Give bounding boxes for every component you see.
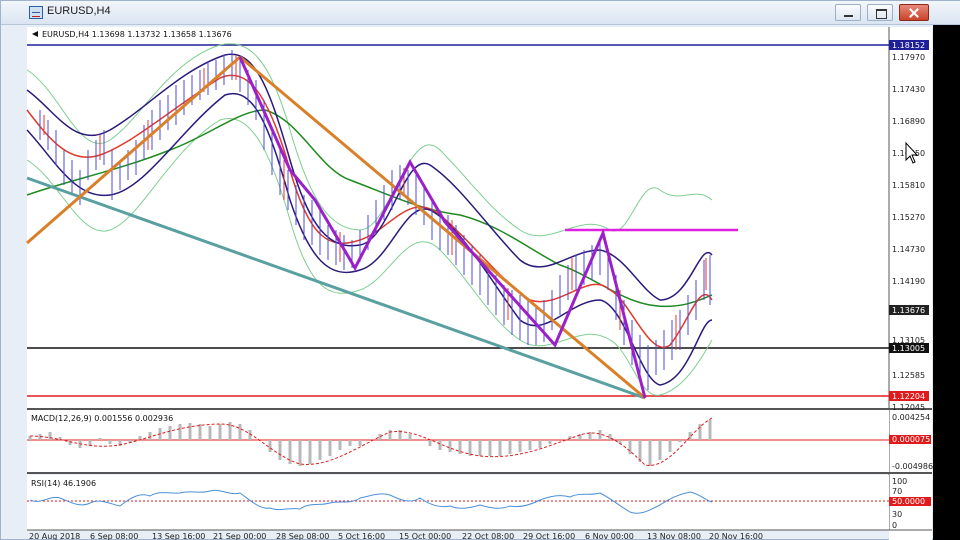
- price-label: 1.15270: [892, 213, 925, 222]
- time-label: 20 Aug 2018: [29, 532, 80, 540]
- price-label: 1.16890: [892, 117, 925, 126]
- macd-header: MACD(12,26,9) 0.001556 0.002936: [31, 414, 173, 423]
- time-label: 28 Sep 08:00: [276, 532, 329, 540]
- level-tag-text: 1.13005: [892, 344, 925, 353]
- time-label: 29 Oct 16:00: [523, 532, 575, 540]
- time-axis: 20 Aug 2018 6 Sep 08:00 13 Sep 16:00 21 …: [29, 532, 763, 540]
- price-label: 1.17970: [892, 53, 925, 62]
- rsi-header: RSI(14) 46.1906: [31, 479, 96, 488]
- rsi-scale-label: 70: [892, 487, 902, 496]
- rsi-scale-label: 30: [892, 510, 902, 519]
- price-label: 1.12045: [892, 403, 925, 412]
- time-label: 13 Nov 08:00: [647, 532, 701, 540]
- chart-header: EURUSD,H4 1.13698 1.13732 1.13658 1.1367…: [42, 30, 232, 39]
- price-chart[interactable]: EURUSD,H4 1.13698 1.13732 1.13658 1.1367…: [0, 0, 960, 540]
- rsi-scale-label: 50.0000: [892, 497, 925, 506]
- time-label: 5 Oct 16:00: [338, 532, 385, 540]
- time-label: 15 Oct 00:00: [399, 532, 451, 540]
- price-label: 1.14190: [892, 277, 925, 286]
- level-tag-text: 1.13676: [892, 306, 925, 315]
- price-label: 1.15810: [892, 181, 925, 190]
- rsi-pane[interactable]: [27, 475, 889, 530]
- macd-scale-label: 0.000075: [892, 435, 930, 444]
- price-label: 1.12585: [892, 371, 925, 380]
- macd-scale-label: -0.004986: [892, 462, 933, 471]
- price-label: 1.14730: [892, 245, 925, 254]
- main-chart-pane[interactable]: [27, 27, 889, 408]
- time-label: 21 Sep 00:00: [213, 532, 266, 540]
- time-label: 13 Sep 16:00: [152, 532, 205, 540]
- level-tag-text: 1.12204: [892, 392, 925, 401]
- time-label: 6 Sep 08:00: [90, 532, 138, 540]
- time-label: 22 Oct 08:00: [462, 532, 514, 540]
- price-label: 1.17430: [892, 85, 925, 94]
- macd-scale-label: 0.004254: [892, 413, 930, 422]
- rsi-scale-label: 100: [892, 477, 907, 486]
- rsi-scale-label: 0: [892, 521, 897, 530]
- level-tag-text: 1.18152: [892, 41, 925, 50]
- time-label: 20 Nov 16:00: [709, 532, 763, 540]
- time-label: 6 Nov 00:00: [585, 532, 634, 540]
